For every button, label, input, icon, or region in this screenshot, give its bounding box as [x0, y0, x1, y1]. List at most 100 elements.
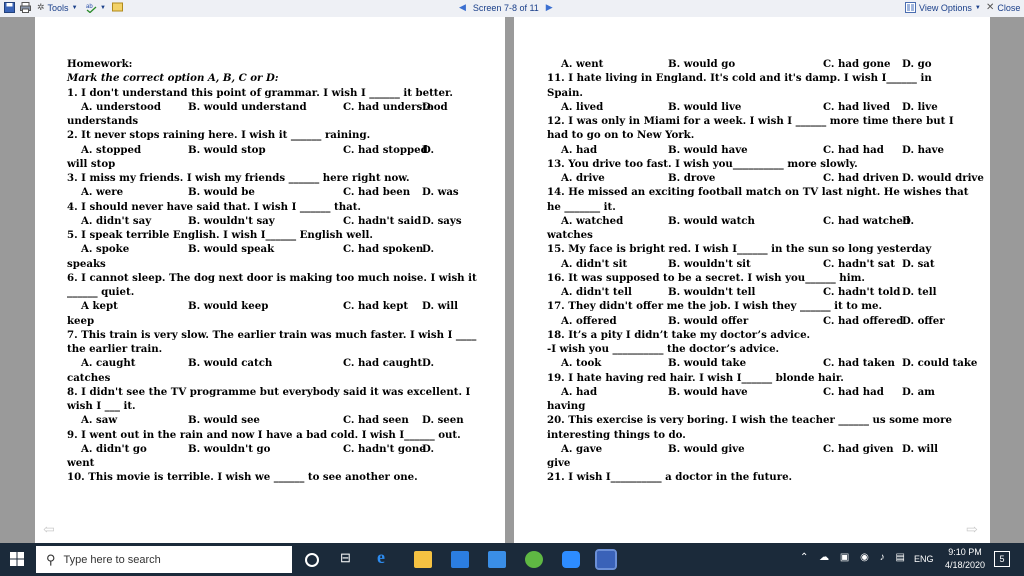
- next-screen-button[interactable]: ▶: [546, 2, 553, 13]
- view-options-menu[interactable]: View Options ▼: [905, 2, 981, 13]
- answer-option: C. had offered: [823, 314, 904, 327]
- question-text-line: 20. This exercise is very boring. I wish…: [547, 414, 952, 427]
- save-icon[interactable]: [4, 2, 15, 13]
- answer-options-row: A. watched B. would watch C. had watched D.: [547, 214, 983, 228]
- answer-option: C. hadn't gone: [343, 442, 426, 455]
- spelling-menu[interactable]: ab ▼: [86, 2, 106, 13]
- answer-option: A. gave: [561, 442, 603, 455]
- answer-option: D. sat: [902, 257, 935, 270]
- answer-options-row: A. had B. would have C. had had D. am: [547, 385, 983, 399]
- answer-option: C. had given: [823, 442, 894, 455]
- question-text-line: 1. I don't understand this point of gram…: [67, 86, 453, 99]
- answer-option: B. would take: [668, 357, 747, 370]
- answer-option: D. would drive: [902, 172, 984, 184]
- mail-icon[interactable]: [488, 551, 506, 568]
- question-text-line: 17. They didn't offer me the job. I wish…: [547, 300, 883, 313]
- answer-option: B. would offer: [668, 314, 749, 327]
- answer-option: B. would be: [188, 186, 255, 199]
- answer-option: A. didn't say: [81, 214, 152, 227]
- question-text-line: ______ quiet.: [67, 286, 135, 298]
- question-text-line: he _______ it.: [547, 200, 616, 213]
- store-icon[interactable]: [451, 551, 469, 568]
- answer-option: C. had kept: [343, 300, 409, 313]
- answer-options-row: A. didn't say B. wouldn't say C. hadn't sa…: [67, 214, 497, 228]
- next-page-arrow-icon[interactable]: ⇨: [966, 522, 978, 538]
- question-text-line: 21. I wish I__________ a doctor in the f…: [547, 471, 793, 484]
- language-indicator[interactable]: ENG: [914, 554, 934, 564]
- zoom-icon[interactable]: [562, 551, 580, 568]
- close-icon: ✕: [986, 2, 995, 13]
- system-tray-icons[interactable]: ⌃ ☁ ▣ ◉ ♪ ▤: [800, 552, 909, 563]
- taskbar-search-box[interactable]: ⚲ Type here to search: [36, 546, 292, 573]
- search-icon: ⚲: [46, 551, 56, 567]
- answer-option: D.: [422, 357, 435, 370]
- tools-menu[interactable]: ✲ Tools ▼: [37, 2, 78, 13]
- right-page: A. went B. would go C. had gone D. go 11. I …: [514, 17, 990, 543]
- task-view-icon[interactable]: ⊟: [340, 550, 358, 567]
- answer-options-row: A. didn't tell B. wouldn't tell C. hadn't …: [547, 285, 983, 299]
- clock-date: 4/18/2020: [945, 560, 986, 570]
- question-text-line: 7. This train is very slow. The earlier …: [67, 328, 477, 341]
- answer-option: B. drove: [668, 172, 716, 184]
- answer-option: D. says: [422, 214, 462, 227]
- question-text-line: catches: [67, 371, 111, 384]
- clock[interactable]: 9:10 PM 4/18/2020: [945, 547, 985, 570]
- answer-option: B. would speak: [188, 243, 275, 256]
- answer-options-row: A. were B. would be C. had been D. was: [67, 185, 497, 199]
- chrome-app-icon[interactable]: [525, 551, 543, 568]
- svg-text:ab: ab: [86, 4, 93, 10]
- right-page-text: A. went B. would go C. had gone D. go 11. I …: [547, 57, 984, 485]
- answer-option: A. watched: [561, 214, 624, 227]
- left-page: Homework: Mark the correct option A, B, …: [35, 17, 505, 543]
- answer-option: B. would understand: [188, 100, 307, 113]
- answer-option: B. would see: [188, 414, 260, 427]
- answer-option: C. had caught: [343, 357, 423, 370]
- screen-navigator: ◀ Screen 7-8 of 11 ▶: [459, 2, 553, 13]
- answer-option: D.: [422, 243, 435, 256]
- question-text-line: 2. It never stops raining here. I wish i…: [67, 129, 371, 142]
- answer-options-row: A. lived B. would live C. had lived D. live: [547, 100, 983, 114]
- answer-option: D.: [422, 100, 435, 113]
- answer-option: C. had seen: [343, 414, 409, 427]
- active-document-app-icon[interactable]: [595, 549, 617, 570]
- question-text-line: 10. This movie is terrible. I wish we __…: [67, 471, 418, 484]
- question-text-line: 15. My face is bright red. I wish I_____…: [547, 243, 932, 256]
- answer-option: C. had had: [823, 385, 884, 398]
- edge-browser-icon[interactable]: e: [377, 547, 395, 567]
- question-text-line: had to go on to New York.: [547, 129, 695, 142]
- file-explorer-icon[interactable]: [414, 551, 432, 568]
- print-icon[interactable]: [20, 2, 31, 13]
- answer-option: A. didn't tell: [561, 286, 632, 298]
- question-text-line: Spain.: [547, 86, 583, 99]
- answer-option: D. could take: [902, 357, 978, 370]
- answer-option: B. would have: [668, 385, 748, 398]
- view-options-label: View Options: [919, 2, 972, 13]
- chevron-down-icon: ▼: [974, 4, 981, 11]
- answer-options-row: A. went B. would go C. had gone D. go: [547, 57, 983, 71]
- tools-icon: ✲: [37, 2, 45, 12]
- close-button[interactable]: ✕ Close: [986, 2, 1020, 13]
- answer-option: D.: [422, 442, 435, 455]
- answer-option: A kept: [81, 300, 118, 313]
- comment-icon[interactable]: [112, 2, 123, 13]
- notification-button[interactable]: 5: [994, 551, 1010, 567]
- answer-options-row: A. spoke B. would speak C. had spoken D.: [67, 242, 497, 256]
- question-text-line: having: [547, 400, 586, 412]
- tools-label: Tools: [47, 2, 69, 13]
- question-text-line: 19. I hate having red hair. I wish I____…: [547, 371, 844, 384]
- answer-option: B. would give: [668, 442, 745, 455]
- screen-indicator: Screen 7-8 of 11: [472, 2, 539, 13]
- answer-option: D.: [902, 214, 915, 227]
- cortana-icon[interactable]: [305, 553, 319, 567]
- answer-option: D. will: [422, 300, 458, 313]
- answer-option: D. go: [902, 58, 932, 70]
- answer-option: B. would watch: [668, 214, 755, 227]
- answer-option: D. tell: [902, 286, 937, 298]
- previous-page-arrow-icon[interactable]: ⇦: [43, 522, 55, 538]
- question-text-line: speaks: [67, 257, 106, 270]
- answer-option: C. had stopped: [343, 143, 428, 156]
- reading-view: Homework: Mark the correct option A, B, …: [0, 17, 1024, 543]
- previous-screen-button[interactable]: ◀: [459, 2, 466, 13]
- windows-start-button[interactable]: [10, 552, 24, 566]
- answer-option: B. would catch: [188, 357, 273, 370]
